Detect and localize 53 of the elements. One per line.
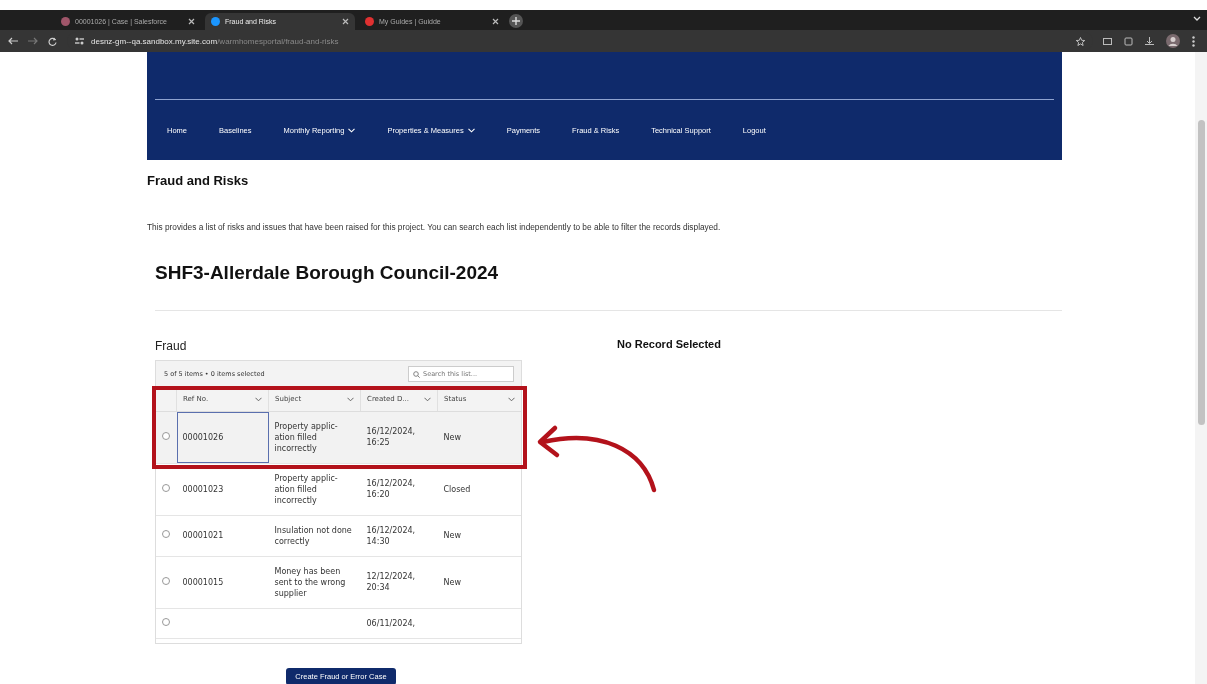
close-icon xyxy=(492,18,499,25)
project-title: SHF3-Allerdale Borough Council-2024 xyxy=(155,262,500,284)
close-icon xyxy=(188,18,195,25)
table-cell: 16/12/2024, 14:30 xyxy=(366,525,416,546)
back-arrow-icon xyxy=(8,37,18,45)
site-icon xyxy=(61,17,70,26)
table-row[interactable]: 00001026 Property applic-ation filled incorrectly 16/12/2024, 16:25 New xyxy=(156,411,521,463)
section-title: Fraud xyxy=(155,339,188,353)
chevron-down-icon xyxy=(1193,16,1201,22)
table-cell: 00001015 xyxy=(182,577,224,587)
chevron-down-icon xyxy=(424,397,431,402)
download-icon xyxy=(1145,37,1154,45)
table-cell: 06/11/2024, xyxy=(366,618,416,628)
table-cell: Property applic-ation filled incorrectly xyxy=(274,473,338,505)
table-cell: 00001023 xyxy=(182,484,224,494)
table-cell: 16/12/2024, 16:20 xyxy=(366,479,416,499)
chevron-down-icon xyxy=(508,397,515,402)
new-tab-button[interactable] xyxy=(509,14,523,28)
site-icon xyxy=(211,17,220,26)
radio-button[interactable] xyxy=(162,530,170,538)
table-cell: Money has been sent to the wrong supplier xyxy=(274,566,346,598)
site-settings-icon xyxy=(75,37,84,45)
reload-icon xyxy=(48,36,57,46)
radio-button[interactable] xyxy=(162,431,170,440)
star-icon xyxy=(1076,36,1085,46)
extensions-icon xyxy=(1124,36,1133,46)
table-cell: 12/12/2024, 20:34 xyxy=(366,572,416,592)
forward-arrow-icon xyxy=(28,37,38,45)
more-menu-icon xyxy=(1192,35,1195,47)
table-cell: 16/12/2024, 16:25 xyxy=(366,427,416,447)
avatar-icon xyxy=(1166,34,1180,48)
radio-button[interactable] xyxy=(162,576,170,585)
radio-button[interactable] xyxy=(162,617,170,626)
close-icon xyxy=(342,18,349,25)
table-cell: New xyxy=(443,531,461,540)
table-cell: New xyxy=(443,577,461,587)
plus-icon xyxy=(512,17,520,25)
site-icon xyxy=(365,17,374,26)
table-cell: Insulation not done correctly xyxy=(274,525,352,546)
empty-state-title: No Record Selected xyxy=(617,338,721,350)
table-cell: New xyxy=(443,432,461,442)
table-cell: Closed xyxy=(443,484,471,494)
table-cell: 00001026 xyxy=(182,432,224,442)
chevron-down-icon xyxy=(255,397,262,402)
table-cell: 00001021 xyxy=(182,531,224,540)
page-heading: Fraud and Risks xyxy=(147,173,250,188)
page-description: This provides a list of risks and issues that have been raised for this project. You can search each list independently to be able to filter the records displayed. xyxy=(147,222,722,232)
scrollbar[interactable] xyxy=(1195,52,1207,684)
chevron-down-icon xyxy=(347,397,354,402)
radio-button[interactable] xyxy=(162,483,170,492)
url-text: desnz-gm--qa.sandbox.my.site.com/warmhomesportal/fraud-and-risks xyxy=(91,36,340,46)
table-cell: Property applic-ation filled incorrectly xyxy=(274,421,338,453)
window-icon xyxy=(1103,37,1112,45)
